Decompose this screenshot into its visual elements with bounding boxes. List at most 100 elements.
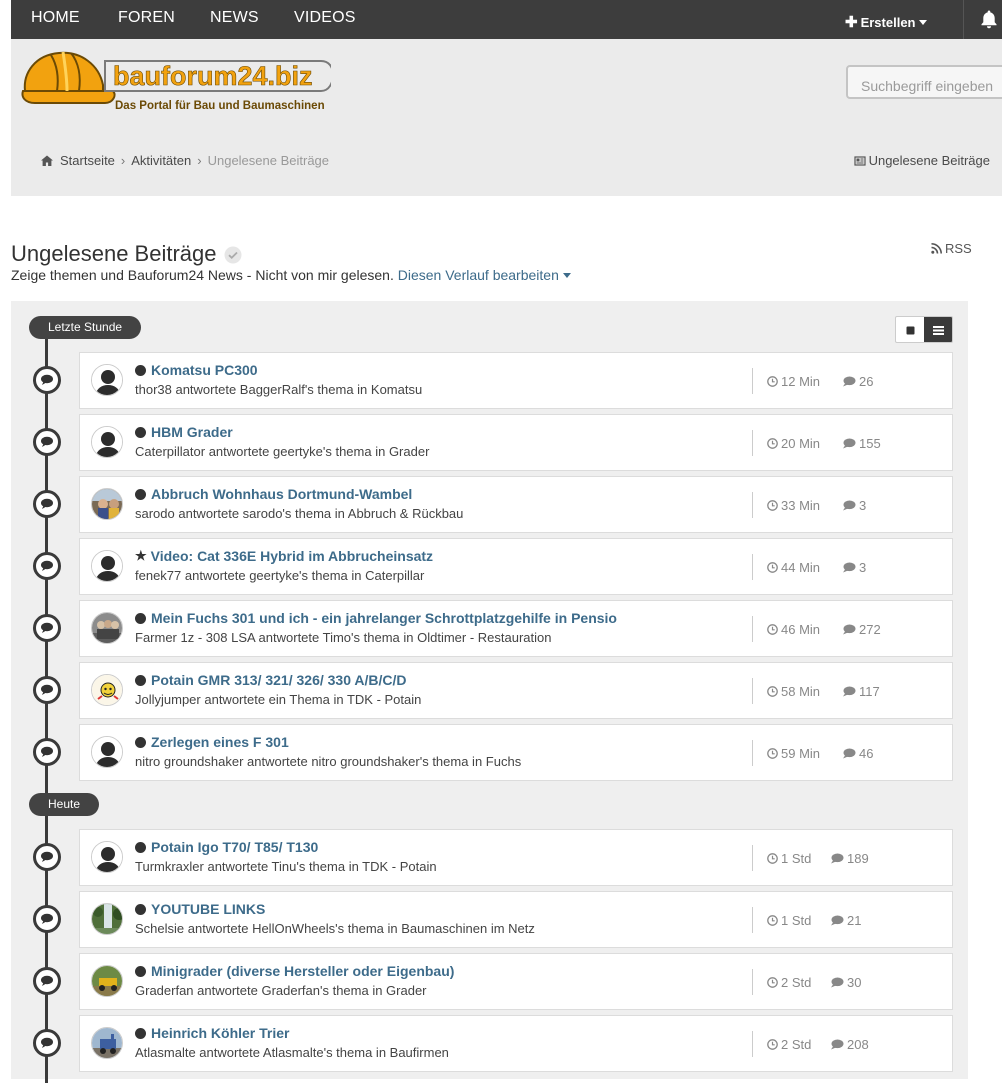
topic-title-link[interactable]: Komatsu PC300 (135, 362, 258, 378)
topic-title: YOUTUBE LINKS (151, 901, 266, 917)
clock-icon (767, 562, 778, 573)
list-item: Komatsu PC300 thor38 antwortete BaggerRal… (79, 352, 953, 409)
comment-icon (33, 843, 61, 871)
plus-icon: ✚ (845, 14, 858, 31)
nav-foren[interactable]: FOREN (118, 9, 175, 27)
site-logo[interactable]: bauforum24.biz Das Portal für Bau und Ba… (21, 47, 335, 121)
topic-time-value: 44 Min (781, 560, 821, 575)
topic-replies-count: 30 (847, 975, 862, 990)
nav-home[interactable]: HOME (31, 9, 80, 27)
topic-title: Potain GMR 313/ 321/ 326/ 330 A/B/C/D (151, 672, 407, 688)
avatar[interactable] (91, 364, 123, 396)
avatar[interactable] (91, 488, 123, 520)
nav-videos[interactable]: VIDEOS (294, 9, 356, 27)
topic-time: 20 Min (767, 436, 820, 451)
divider (752, 845, 753, 871)
topic-title-link[interactable]: Abbruch Wohnhaus Dortmund-Wambel (135, 486, 412, 502)
list-item: ★ Video: Cat 336E Hybrid im Abbrucheinsat… (79, 538, 953, 595)
avatar[interactable] (91, 550, 123, 582)
clock-icon (767, 500, 778, 511)
topic-title-link[interactable]: HBM Grader (135, 424, 233, 440)
clock-icon (767, 1039, 778, 1050)
comment-icon (33, 428, 61, 456)
topic-activity-text: thor38 antwortete BaggerRalf's thema in … (135, 382, 423, 397)
topic-title-link[interactable]: ★ Video: Cat 336E Hybrid im Abbrucheinsat… (135, 548, 433, 564)
comment-icon (843, 500, 856, 511)
avatar[interactable] (91, 612, 123, 644)
unread-posts-link[interactable]: Ungelesene Beiträge (853, 153, 990, 168)
topic-time-value: 20 Min (781, 436, 821, 451)
bell-icon[interactable] (979, 9, 999, 33)
topic-replies-count: 3 (859, 560, 867, 575)
rss-link[interactable]: RSS (931, 241, 972, 256)
list-icon (932, 326, 944, 335)
expanded-view-button[interactable] (924, 317, 952, 342)
unread-dot-icon (135, 736, 146, 748)
comment-icon (831, 853, 844, 864)
topic-title: Komatsu PC300 (151, 362, 258, 378)
topic-title: Heinrich Köhler Trier (151, 1025, 290, 1041)
avatar[interactable] (91, 903, 123, 935)
topic-title: Potain Igo T70/ T85/ T130 (151, 839, 319, 855)
list-item: Heinrich Köhler Trier Atlasmalte antworte… (79, 1015, 953, 1072)
topic-time: 1 Std (767, 913, 811, 928)
chevron-right-icon: › (197, 153, 202, 168)
comment-icon (33, 490, 61, 518)
avatar[interactable] (91, 674, 123, 706)
list-item: Potain Igo T70/ T85/ T130 Turmkraxler ant… (79, 829, 953, 886)
topic-title-link[interactable]: Potain GMR 313/ 321/ 326/ 330 A/B/C/D (135, 672, 406, 688)
topic-title-link[interactable]: Zerlegen eines F 301 (135, 734, 289, 750)
divider (752, 430, 753, 456)
avatar[interactable] (91, 965, 123, 997)
topic-activity-text: fenek77 antwortete geertyke's thema in C… (135, 568, 425, 583)
topic-title: Abbruch Wohnhaus Dortmund-Wambel (151, 486, 413, 502)
divider (752, 907, 753, 933)
topic-time-value: 2 Std (781, 975, 812, 990)
avatar[interactable] (91, 841, 123, 873)
search-input[interactable] (846, 65, 1002, 99)
topic-title: HBM Grader (151, 424, 233, 440)
comment-icon (831, 915, 844, 926)
breadcrumb-activities[interactable]: Aktivitäten (131, 153, 191, 168)
topic-title-link[interactable]: Heinrich Köhler Trier (135, 1025, 289, 1041)
comment-icon (33, 676, 61, 704)
comment-icon (843, 624, 856, 635)
chevron-down-icon (918, 20, 927, 25)
breadcrumb-home[interactable]: Startseite (60, 153, 115, 168)
comment-icon (33, 366, 61, 394)
clock-icon (767, 915, 778, 926)
nav-news[interactable]: NEWS (210, 9, 259, 27)
comment-icon (843, 686, 856, 697)
create-label: Erstellen (860, 15, 916, 30)
topic-time-value: 1 Std (781, 851, 812, 866)
topic-time-value: 33 Min (781, 498, 821, 513)
topic-title-link[interactable]: Mein Fuchs 301 und ich - ein jahrelanger… (135, 610, 617, 626)
condensed-view-button[interactable] (896, 317, 924, 342)
divider (752, 740, 753, 766)
edit-stream-link[interactable]: Diesen Verlauf bearbeiten (398, 267, 571, 283)
topic-replies: 30 (830, 975, 861, 990)
unread-dot-icon (135, 903, 146, 915)
topic-time: 1 Std (767, 851, 811, 866)
activity-stream: Letzte Stunde Komatsu PC300 thor38 antwort… (11, 301, 968, 1083)
topic-title-link[interactable]: YOUTUBE LINKS (135, 901, 265, 917)
topic-replies: 155 (842, 436, 881, 451)
avatar[interactable] (91, 736, 123, 768)
chevron-down-icon (562, 273, 571, 278)
list-item: Zerlegen eines F 301 nitro groundshaker a… (79, 724, 953, 781)
avatar[interactable] (91, 1027, 123, 1059)
topic-title-link[interactable]: Potain Igo T70/ T85/ T130 (135, 839, 318, 855)
topic-replies: 272 (842, 622, 881, 637)
topic-replies: 189 (830, 851, 869, 866)
topic-time: 12 Min (767, 374, 820, 389)
divider (752, 616, 753, 642)
list-item: Minigrader (diverse Hersteller oder Eige… (79, 953, 953, 1010)
topic-replies-count: 155 (859, 436, 881, 451)
topic-title-link[interactable]: Minigrader (diverse Hersteller oder Eige… (135, 963, 454, 979)
stream-description-text: Zeige themen und Bauforum24 News - Nicht… (11, 267, 394, 283)
create-button[interactable]: ✚ Erstellen (845, 13, 927, 31)
newspaper-icon (853, 155, 866, 166)
star-icon: ★ (135, 548, 147, 563)
home-icon (41, 155, 53, 166)
avatar[interactable] (91, 426, 123, 458)
